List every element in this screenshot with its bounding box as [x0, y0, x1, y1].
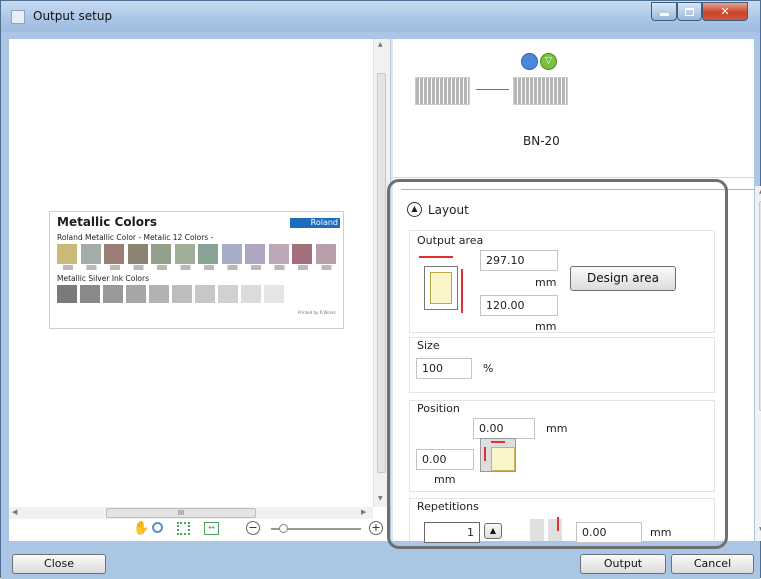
cut-icon: ▽	[540, 53, 557, 70]
minimize-icon	[659, 13, 669, 16]
color-swatch	[104, 244, 124, 264]
color-swatch	[126, 285, 146, 303]
page-thumbnail-1	[415, 77, 470, 105]
swatch-captions	[57, 265, 339, 270]
color-swatch	[218, 285, 238, 303]
layout-highlight-frame	[387, 179, 728, 549]
color-swatch	[127, 244, 148, 264]
roland-logo: Roland	[290, 218, 340, 228]
color-swatch	[198, 244, 218, 264]
bottom-bar: Close Output Cancel	[1, 547, 760, 579]
color-swatch	[103, 285, 123, 303]
color-swatch	[241, 285, 261, 303]
color-swatch	[57, 244, 77, 264]
window-title: Output setup	[33, 9, 113, 23]
color-swatch	[245, 244, 265, 264]
color-swatch	[151, 244, 171, 264]
preview-card: Metallic Colors Roland Roland Metallic C…	[49, 211, 344, 329]
minimize-button[interactable]	[651, 2, 677, 21]
printed-by: Printed by R.Works	[298, 310, 336, 315]
hand-tool-icon[interactable]: ✋	[133, 521, 149, 536]
close-button[interactable]: Close	[12, 554, 106, 574]
scroll-left-arrow-icon[interactable]: ◀	[12, 508, 17, 516]
color-swatch	[221, 244, 242, 264]
scroll-up-arrow-icon[interactable]: ▲	[378, 41, 383, 48]
print-preview-pane: Metallic Colors Roland Roland Metallic C…	[9, 39, 373, 507]
page-thumbnail-2	[513, 77, 568, 105]
color-swatch	[315, 244, 336, 264]
close-icon: ✕	[720, 5, 730, 18]
cancel-button[interactable]: Cancel	[671, 554, 754, 574]
preview-vertical-scroll-thumb[interactable]	[377, 73, 386, 473]
job-overview: ▽ BN-20	[393, 39, 754, 177]
preview-toolbar: ✋ ↔ − +	[9, 519, 390, 541]
silver-swatches	[57, 285, 287, 303]
color-swatch	[80, 285, 100, 303]
close-window-button[interactable]: ✕	[702, 2, 748, 21]
color-swatch	[195, 285, 215, 303]
color-swatch	[268, 244, 289, 264]
color-swatch	[57, 285, 77, 303]
color-swatch	[149, 285, 169, 303]
preview-horizontal-scroll-thumb[interactable]: III	[106, 508, 256, 518]
card-title: Metallic Colors	[57, 215, 158, 229]
color-swatch	[264, 285, 284, 303]
zoom-tool-icon[interactable]	[152, 522, 163, 533]
scroll-right-arrow-icon[interactable]: ▶	[361, 508, 366, 516]
thumbnail-connector	[476, 89, 509, 90]
job-name: BN-20	[523, 134, 560, 148]
zoom-slider-thumb[interactable]	[279, 524, 288, 533]
output-setup-window: Output setup ✕ Metallic Colors Roland Ro…	[0, 0, 761, 579]
panel-divider	[393, 177, 754, 178]
maximize-button[interactable]	[677, 2, 702, 21]
color-swatch	[174, 244, 195, 264]
color-swatch	[80, 244, 101, 264]
card-subtitle: Roland Metallic Color - Metalic 12 Color…	[57, 233, 214, 242]
fit-width-icon[interactable]: ↔	[204, 522, 219, 535]
silver-title: Metallic Silver Ink Colors	[57, 274, 150, 283]
output-button[interactable]: Output	[580, 554, 666, 574]
zoom-out-icon[interactable]: −	[246, 521, 260, 535]
title-bar: Output setup ✕	[1, 1, 760, 32]
print-cut-icon	[521, 53, 538, 70]
metallic-swatches	[57, 244, 339, 264]
fit-to-window-icon[interactable]	[177, 522, 190, 535]
scroll-down-arrow-icon[interactable]: ▼	[378, 495, 383, 502]
app-icon	[11, 10, 25, 24]
color-swatch	[292, 244, 312, 264]
maximize-icon	[685, 7, 694, 16]
color-swatch	[172, 285, 192, 303]
zoom-in-icon[interactable]: +	[369, 521, 383, 535]
